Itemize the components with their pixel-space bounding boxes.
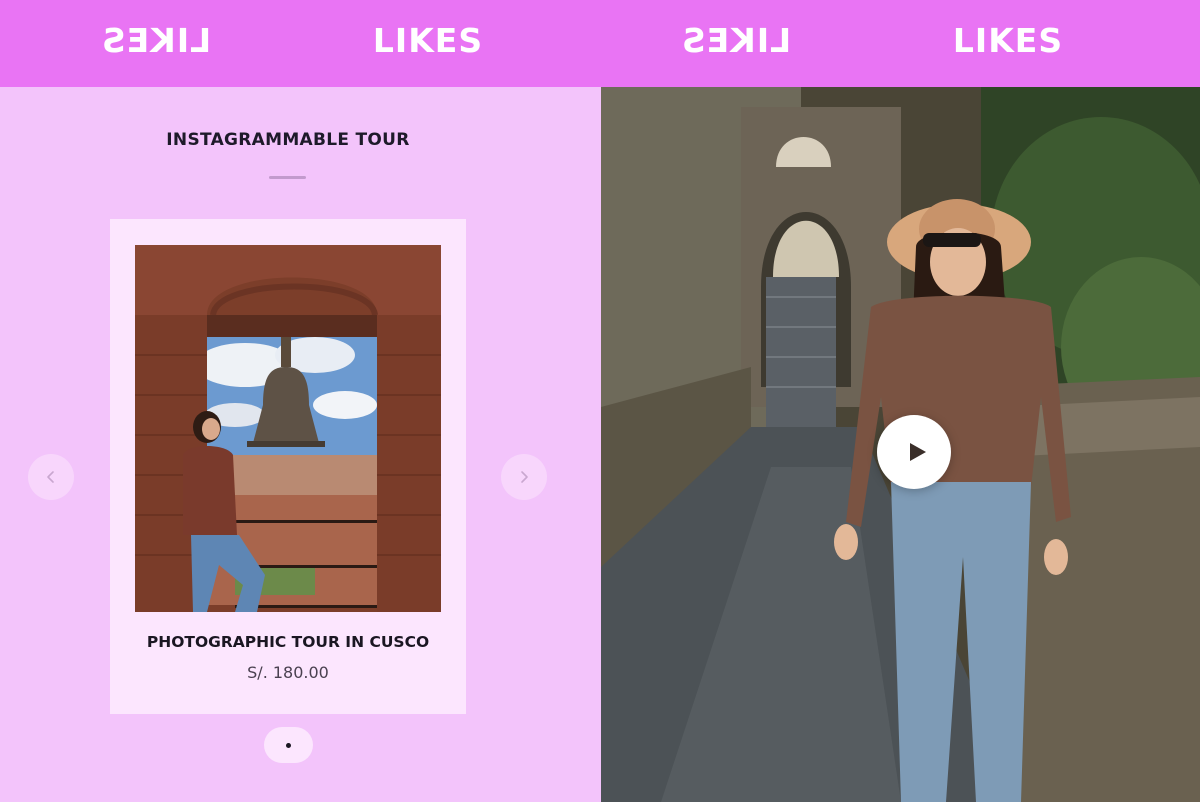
chevron-left-icon xyxy=(47,471,54,483)
chevron-right-icon xyxy=(521,471,528,483)
brand-logo-mirrored: LIKES xyxy=(100,20,212,60)
brand-logo: LIKES xyxy=(372,20,484,60)
carousel-next-button[interactable] xyxy=(501,454,547,500)
product-carousel-section: INSTAGRAMMABLE TOUR PHOTOGRAPHIC TOUR IN… xyxy=(0,87,601,802)
title-divider xyxy=(269,176,306,179)
play-icon xyxy=(909,443,926,461)
brand-logo: LIKES xyxy=(952,20,1064,60)
section-title: INSTAGRAMMABLE TOUR xyxy=(166,130,410,150)
product-price: S/. 180.00 xyxy=(247,663,329,682)
product-name[interactable]: PHOTOGRAPHIC TOUR IN CUSCO xyxy=(110,633,466,651)
video-player[interactable] xyxy=(601,87,1200,802)
pagination-dot-active[interactable] xyxy=(286,742,291,748)
carousel-prev-button[interactable] xyxy=(28,454,74,500)
play-button[interactable] xyxy=(877,415,951,489)
carousel-pagination xyxy=(264,727,313,763)
product-card[interactable]: PHOTOGRAPHIC TOUR IN CUSCO S/. 180.00 xyxy=(110,219,466,714)
logo-marquee: LIKES LIKES LIKES LIKES xyxy=(0,0,1200,87)
bell-tower-photo xyxy=(135,245,441,612)
brand-logo-mirrored: LIKES xyxy=(680,20,792,60)
product-image[interactable] xyxy=(135,245,441,612)
